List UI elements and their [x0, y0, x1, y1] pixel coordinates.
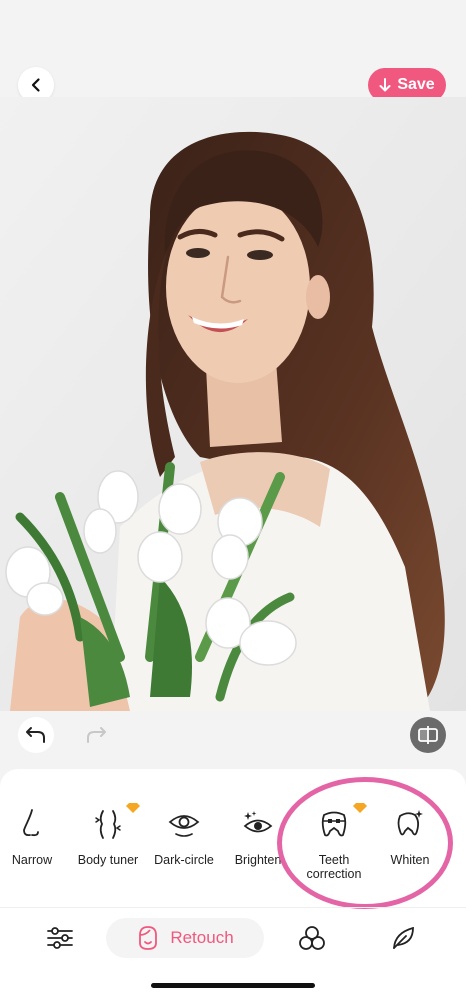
pro-diamond-icon [126, 803, 140, 813]
tool-label: Narrow [11, 853, 53, 867]
tool-brighten[interactable]: Brighten [230, 807, 286, 867]
circles-icon [299, 926, 325, 950]
editor-controls [0, 711, 466, 769]
tool-label: Dark-circle [154, 853, 214, 867]
tooth-sparkle-icon [397, 810, 423, 836]
tool-label: Body tuner [77, 853, 139, 867]
compare-button[interactable] [410, 717, 446, 753]
nav-edit[interactable] [384, 918, 424, 958]
undo-icon [26, 727, 45, 743]
body-icon [95, 810, 121, 839]
tool-teeth-correction[interactable]: Teeth correction [298, 807, 370, 881]
compare-icon [418, 726, 438, 744]
redo-button[interactable] [78, 717, 114, 753]
nav-retouch[interactable]: Retouch [106, 918, 264, 958]
chevron-left-icon [31, 78, 40, 92]
nav-filters[interactable] [292, 918, 332, 958]
nav-adjust[interactable] [40, 918, 80, 958]
tool-body-tuner[interactable]: Body tuner [74, 807, 142, 867]
arrow-down-icon [379, 78, 391, 92]
nose-icon [23, 809, 39, 837]
retouch-label: Retouch [170, 928, 234, 947]
bottom-nav: Retouch [0, 907, 466, 967]
face-icon [139, 926, 158, 950]
tool-label: Teeth correction [306, 853, 362, 881]
sparkle-eye-icon [243, 811, 273, 833]
tool-whiten[interactable]: Whiten [384, 807, 436, 867]
leaf-icon [393, 926, 414, 949]
tool-label: Brighten [234, 853, 282, 867]
tool-label: Whiten [390, 853, 430, 867]
braces-icon [321, 811, 347, 837]
portrait-photo [0, 97, 466, 711]
retouch-screen: Save Narrow Body tuner Dark-circle Brigh… [0, 0, 466, 998]
photo-canvas[interactable] [0, 97, 466, 711]
undo-button[interactable] [18, 717, 54, 753]
top-bar: Save [0, 0, 466, 103]
tool-dark-circle[interactable]: Dark-circle [150, 807, 218, 867]
tool-narrow[interactable]: Narrow [8, 807, 56, 867]
home-indicator [151, 983, 315, 988]
eye-icon [168, 815, 200, 837]
redo-icon [87, 727, 106, 743]
sliders-icon [47, 927, 73, 949]
pro-diamond-icon [353, 803, 367, 813]
save-label: Save [397, 76, 435, 93]
